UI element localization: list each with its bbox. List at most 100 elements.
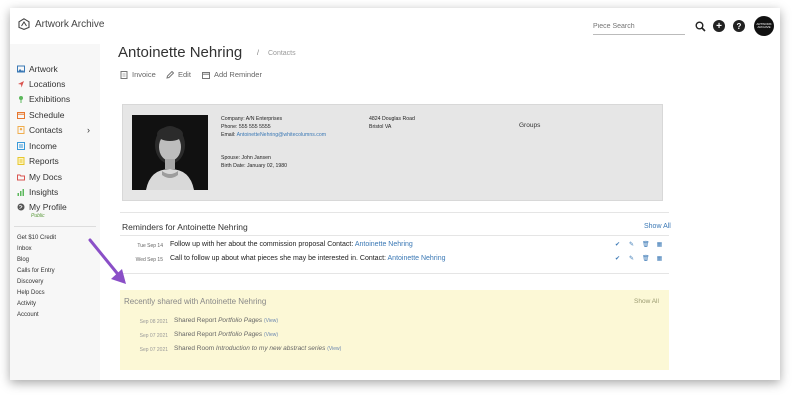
contact-birth-date: Birth Date: January 02, 1980 [221, 163, 288, 169]
check-icon[interactable]: ✔ [614, 241, 621, 248]
sidebar-item-label: Income [29, 141, 57, 151]
shared-date: Sep 08 2021 [139, 319, 168, 325]
sidebar-item-label: Insights [29, 187, 59, 197]
sidebar-link-blog[interactable]: Blog [17, 257, 29, 263]
reminders-title: Reminders for Antoinette Nehring [122, 222, 248, 232]
pencil-icon[interactable]: ✎ [628, 255, 635, 262]
income-icon [17, 142, 25, 150]
piece-search-input[interactable] [593, 19, 685, 35]
sidebar-item-label: Exhibitions [29, 94, 71, 104]
sidebar-item-locations[interactable]: Locations [17, 79, 65, 89]
shared-item-name: Introduction to my new abstract series [215, 345, 326, 352]
contacts-icon [17, 126, 25, 134]
reminder-actions: ✔ ✎ 🗑 ▦ [614, 241, 663, 248]
reminders-show-all-link[interactable]: Show All [644, 223, 671, 230]
reminder-contact-link[interactable]: Antoinette Nehring [355, 241, 413, 248]
reminder-contact-link[interactable]: Antoinette Nehring [388, 255, 446, 262]
sidebar-item-schedule[interactable]: Schedule [17, 110, 64, 120]
sidebar-link-help-docs[interactable]: Help Docs [17, 290, 45, 296]
user-avatar[interactable]: ARTWORK ARCHIVE [754, 16, 774, 36]
breadcrumb-separator: / [257, 50, 259, 57]
contact-email-label: Email: [221, 132, 237, 138]
recently-shared-title: Recently shared with Antoinette Nehring [124, 297, 267, 306]
sidebar-item-insights[interactable]: Insights [17, 187, 58, 197]
shared-item: Shared Report Portfolio Pages (View) [174, 317, 278, 324]
shared-item-name: Portfolio Pages [218, 317, 263, 324]
chevron-right-icon: › [87, 125, 90, 135]
check-icon[interactable]: ✔ [614, 255, 621, 262]
reminder-actions: ✔ ✎ 🗑 ▦ [614, 255, 663, 262]
contact-card: Company: A/N Enterprises Phone: 555 555 … [122, 104, 663, 201]
reminder-description: Follow up with her about the commission … [170, 241, 355, 248]
search-icon[interactable] [694, 20, 706, 32]
sidebar-item-label: Reports [29, 156, 59, 166]
sidebar-link-account[interactable]: Account [17, 312, 39, 318]
invoice-button[interactable]: Invoice [120, 70, 156, 79]
shared-item: Shared Report Portfolio Pages (View) [174, 331, 278, 338]
sidebar-item-my-docs[interactable]: My Docs [17, 172, 62, 182]
app-window: Artwork Archive + ? ARTWORK ARCHIVE Artw… [10, 8, 780, 380]
sidebar-item-income[interactable]: Income [17, 141, 57, 151]
sidebar-item-contacts[interactable]: Contacts › [17, 125, 90, 135]
sidebar-link-inbox[interactable]: Inbox [17, 246, 32, 252]
add-icon[interactable]: + [713, 20, 725, 32]
shared-view-link[interactable]: (View) [264, 332, 278, 338]
trash-icon[interactable]: 🗑 [642, 255, 650, 262]
section-divider [120, 235, 669, 236]
sidebar-link-credit[interactable]: Get $10 Credit [17, 235, 56, 241]
sidebar-item-reports[interactable]: Reports [17, 156, 59, 166]
sidebar-item-label: Artwork [29, 64, 58, 74]
main-content: Antoinette Nehring / Contacts Invoice Ed… [100, 44, 780, 380]
reminder-description: Call to follow up about what pieces she … [170, 255, 388, 262]
trash-icon[interactable]: 🗑 [642, 241, 650, 248]
shared-show-all-link[interactable]: Show All [634, 298, 659, 305]
reminder-date: Wed Sep 15 [135, 257, 163, 263]
sidebar-link-activity[interactable]: Activity [17, 301, 36, 307]
sidebar-item-artwork[interactable]: Artwork [17, 64, 58, 74]
sidebar-item-label: My Docs [29, 172, 63, 182]
sidebar: Artwork Locations Exhibitions Schedule C… [10, 44, 100, 380]
calendar-icon[interactable]: ▦ [656, 241, 663, 248]
sidebar-divider [14, 226, 96, 227]
app-logo[interactable]: Artwork Archive [18, 18, 104, 30]
section-divider [120, 273, 669, 274]
sidebar-item-label: Contacts [29, 125, 63, 135]
help-icon[interactable]: ? [733, 20, 745, 32]
add-reminder-label: Add Reminder [214, 70, 262, 79]
sidebar-item-exhibitions[interactable]: Exhibitions [17, 94, 70, 104]
shared-item-type: Shared Report [174, 317, 219, 324]
shared-item-type: Shared Room [174, 345, 216, 352]
image-icon [17, 65, 25, 73]
shared-view-link[interactable]: (View) [264, 318, 278, 324]
shared-item-name: Portfolio Pages [218, 331, 263, 338]
edit-label: Edit [178, 70, 191, 79]
sidebar-link-calls-for-entry[interactable]: Calls for Entry [17, 268, 55, 274]
page-title: Antoinette Nehring [118, 44, 243, 61]
app-name: Artwork Archive [35, 18, 105, 30]
sidebar-link-discovery[interactable]: Discovery [17, 279, 43, 285]
document-icon [120, 70, 128, 79]
contact-spouse: Spouse: John Jansen [221, 155, 271, 161]
calendar-icon[interactable]: ▦ [656, 255, 663, 262]
folder-icon [17, 173, 25, 181]
top-bar: Artwork Archive + ? ARTWORK ARCHIVE [10, 8, 780, 44]
invoice-label: Invoice [132, 70, 156, 79]
globe-icon [17, 203, 25, 211]
shared-date: Sep 07 2021 [139, 333, 168, 339]
add-reminder-button[interactable]: Add Reminder [202, 70, 262, 79]
reminder-date: Tue Sep 14 [137, 243, 163, 249]
reminder-text: Follow up with her about the commission … [170, 241, 413, 248]
shared-date: Sep 07 2021 [139, 347, 168, 353]
pencil-icon[interactable]: ✎ [628, 241, 635, 248]
sidebar-item-label: My Profile [29, 202, 67, 212]
reminder-text: Call to follow up about what pieces she … [170, 255, 446, 262]
calendar-icon [17, 111, 25, 119]
profile-visibility-label: Public [31, 213, 45, 219]
breadcrumb-contacts[interactable]: Contacts [268, 50, 296, 57]
contact-email-link[interactable]: AntoinetteNehring@whitecolumns.com [237, 132, 326, 138]
contact-company: Company: A/N Enterprises [221, 116, 283, 122]
sidebar-item-my-profile[interactable]: My Profile [17, 202, 67, 212]
edit-button[interactable]: Edit [166, 70, 191, 79]
shared-view-link[interactable]: (View) [327, 346, 341, 352]
section-divider [120, 212, 669, 213]
